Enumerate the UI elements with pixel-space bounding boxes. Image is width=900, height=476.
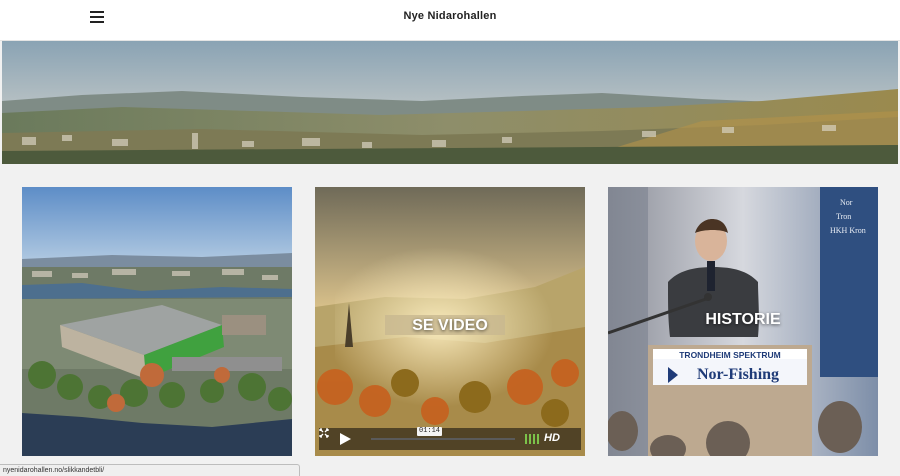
history-card-label: HISTORIE	[705, 311, 781, 328]
hd-toggle-button[interactable]: HD	[544, 432, 560, 444]
video-progress-bar[interactable]: 01:14	[371, 427, 515, 440]
history-photo-banner-text-3: HKH Kron	[830, 226, 866, 235]
site-title[interactable]: Nye Nidarohallen	[0, 10, 900, 22]
fullscreen-icon[interactable]	[319, 428, 329, 438]
video-time: 01:14	[417, 427, 443, 436]
arena-rendering-image	[22, 187, 292, 456]
volume-icon[interactable]	[525, 434, 541, 444]
hero-banner-image	[2, 41, 898, 164]
video-card[interactable]: SE VIDEO 01:14 HD	[315, 187, 585, 456]
play-icon[interactable]	[340, 433, 351, 445]
history-photo-sign-line1: TRONDHEIM SPEKTRUM	[679, 350, 781, 360]
video-player-controls: 01:14 HD	[319, 427, 581, 450]
browser-status-bar-url: nyenidarohallen.no/slikkandetbli/	[0, 464, 300, 476]
history-card[interactable]: Nor Tron HKH Kron TRONDHEIM SPEKTRUM Nor…	[608, 187, 878, 456]
history-photo-sign-line2: Nor-Fishing	[697, 366, 779, 383]
history-photo-banner-text-1: Nor	[840, 198, 853, 207]
top-navigation-bar: Nye Nidarohallen	[0, 0, 900, 41]
arena-rendering-card[interactable]	[22, 187, 292, 456]
history-photo-banner-text-2: Tron	[836, 212, 851, 221]
video-card-label: SE VIDEO	[412, 317, 488, 334]
